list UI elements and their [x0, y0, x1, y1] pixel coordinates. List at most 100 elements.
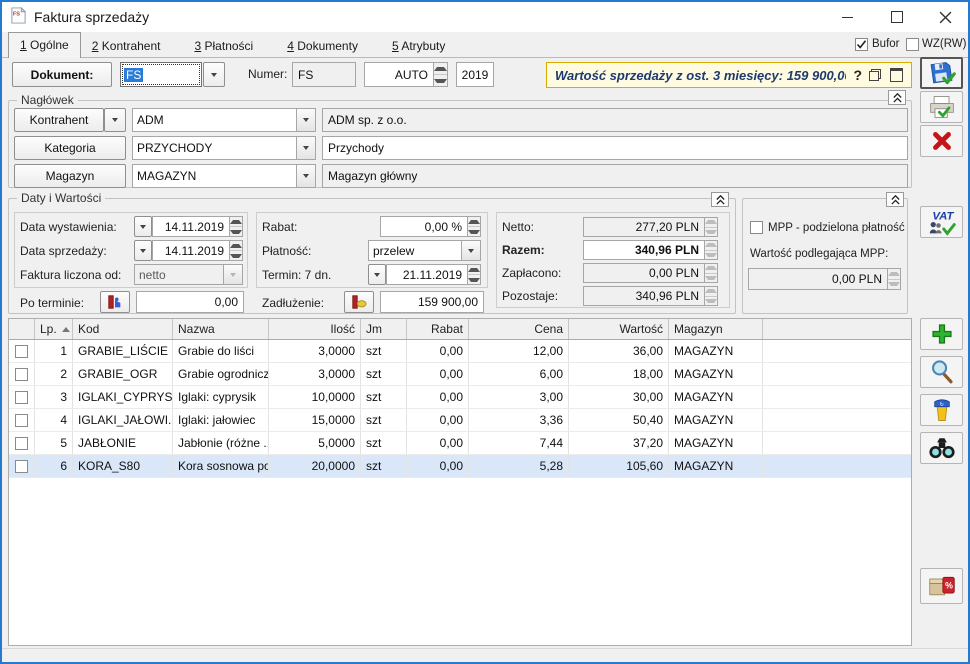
kontrahent-code-combo[interactable]: ADM	[132, 108, 316, 132]
kontrahent-button[interactable]: Kontrahent	[14, 108, 104, 132]
kategoria-code-combo[interactable]: PRZYCHODY	[132, 136, 316, 160]
data-sprzedazy-spinner[interactable]	[230, 240, 243, 261]
rabat-spinner[interactable]	[468, 216, 481, 237]
promotions-button[interactable]: %	[920, 568, 963, 604]
header-nazwa[interactable]: Nazwa	[173, 319, 269, 339]
series-field[interactable]: FS	[292, 62, 356, 87]
zadluzenie-button[interactable]	[344, 291, 374, 313]
data-sprzedazy-dropdown[interactable]	[134, 240, 152, 261]
po-terminie-field[interactable]: 0,00	[136, 291, 244, 313]
rabat-field[interactable]: 0,00 %	[380, 216, 468, 237]
naglowek-title: Nagłówek	[17, 93, 78, 107]
magnifier-icon	[929, 359, 955, 385]
spinner-down-icon	[434, 79, 447, 83]
row-checkbox[interactable]	[15, 414, 28, 427]
row-checkbox[interactable]	[15, 368, 28, 381]
data-wystawienia-field[interactable]: 14.11.2019	[152, 216, 230, 237]
tab-ogolne[interactable]: 1 Ogólne	[8, 32, 81, 58]
close-button[interactable]	[922, 2, 968, 32]
kategoria-button[interactable]: Kategoria	[14, 136, 126, 160]
table-row-selected[interactable]: 6 KORA_S80 Kora sosnowa po... 20,0000 sz…	[9, 455, 911, 478]
table-row[interactable]: 4 IGLAKI_JAŁOWI... Iglaki: jałowiec 15,0…	[9, 409, 911, 432]
maximize-panel-icon[interactable]	[890, 68, 903, 82]
kategoria-name-field[interactable]: Przychody	[322, 136, 908, 160]
vat-registry-button[interactable]: VAT	[920, 206, 963, 238]
kontrahent-dropdown-button[interactable]	[104, 108, 126, 132]
tab-kontrahent[interactable]: 2 Kontrahent	[81, 34, 172, 57]
header-kod[interactable]: Kod	[73, 319, 173, 339]
bufor-checkbox[interactable]	[855, 38, 868, 51]
termin-field[interactable]: 21.11.2019	[386, 264, 468, 285]
chevron-down-icon	[112, 118, 118, 122]
table-row[interactable]: 1 GRABIE_LIŚCIE Grabie do liści 3,0000 s…	[9, 340, 911, 363]
table-row[interactable]: 2 GRABIE_OGR Grabie ogrodnicze 3,0000 sz…	[9, 363, 911, 386]
pozostaje-spinner	[705, 286, 718, 306]
svg-text:↻: ↻	[939, 402, 943, 408]
header-cena[interactable]: Cena	[469, 319, 569, 339]
magazyn-code-combo[interactable]: MAGAZYN	[132, 164, 316, 188]
tab-platnosci[interactable]: 3 Płatności	[183, 34, 264, 57]
window-title: Faktura sprzedaży	[34, 9, 149, 25]
header-rabat[interactable]: Rabat	[407, 319, 469, 339]
header-select-column[interactable]	[9, 319, 35, 339]
tab-dokumenty[interactable]: 4 Dokumenty	[276, 34, 369, 57]
mpp-spinner	[888, 268, 901, 290]
header-magazyn[interactable]: Magazyn	[669, 319, 763, 339]
print-button[interactable]	[920, 91, 963, 123]
row-checkbox[interactable]	[15, 345, 28, 358]
add-item-button[interactable]	[920, 318, 963, 350]
minimize-button[interactable]	[824, 2, 870, 32]
mpp-checkbox-label: MPP - podzielona płatność	[768, 222, 905, 234]
mpp-checkbox[interactable]	[750, 221, 763, 234]
row-checkbox[interactable]	[15, 437, 28, 450]
po-terminie-button[interactable]	[100, 291, 130, 313]
collapse-chevrons-icon	[715, 194, 726, 205]
header-ilosc[interactable]: Ilość	[269, 319, 361, 339]
find-item-button[interactable]	[920, 432, 963, 464]
scheme-dropdown-button[interactable]	[203, 62, 225, 87]
vat-icon: VAT	[926, 208, 958, 236]
year-field[interactable]: 2019	[456, 62, 494, 87]
header-wartosc[interactable]: Wartość	[569, 319, 669, 339]
header-jm[interactable]: Jm	[361, 319, 407, 339]
chevron-down-icon[interactable]	[461, 241, 480, 260]
data-sprzedazy-field[interactable]: 14.11.2019	[152, 240, 230, 261]
delete-item-button[interactable]: ↻	[920, 394, 963, 426]
document-scheme-combo[interactable]: FS	[120, 62, 202, 87]
zadluzenie-field[interactable]: 159 900,00	[380, 291, 484, 313]
chevron-down-icon[interactable]	[296, 165, 315, 187]
magazyn-button[interactable]: Magazyn	[14, 164, 126, 188]
daty-title: Daty i Wartości	[17, 191, 105, 205]
platnosc-combo[interactable]: przelew	[368, 240, 481, 261]
termin-dropdown[interactable]	[368, 264, 386, 285]
restore-panel-icon[interactable]	[869, 69, 881, 81]
maximize-button[interactable]	[874, 2, 920, 32]
tab-atrybuty[interactable]: 5 Atrybuty	[381, 34, 456, 57]
magazyn-name-field[interactable]: Magazyn główny	[322, 164, 908, 188]
chevron-down-icon[interactable]	[296, 137, 315, 159]
save-button[interactable]	[920, 57, 963, 89]
data-wystawienia-dropdown[interactable]	[134, 216, 152, 237]
auto-number-field[interactable]: AUTO	[364, 62, 434, 87]
table-row[interactable]: 3 IGLAKI_CYPRYS Iglaki: cyprysik 10,0000…	[9, 386, 911, 409]
data-wystawienia-spinner[interactable]	[230, 216, 243, 237]
mpp-collapse-button[interactable]	[886, 192, 904, 207]
open-item-button[interactable]	[920, 356, 963, 388]
liczona-combo[interactable]: netto	[134, 264, 243, 285]
termin-spinner[interactable]	[468, 264, 481, 285]
sort-ascending-icon	[62, 327, 70, 332]
header-lp[interactable]: Lp.	[35, 319, 73, 339]
naglowek-collapse-button[interactable]	[888, 90, 906, 105]
auto-number-spinner[interactable]	[434, 62, 448, 87]
help-button[interactable]: ?	[853, 67, 862, 83]
daty-collapse-button[interactable]	[711, 192, 729, 207]
row-checkbox[interactable]	[15, 460, 28, 473]
zaplacono-label: Zapłacono:	[502, 266, 561, 280]
wz-checkbox[interactable]	[906, 38, 919, 51]
cancel-button[interactable]	[920, 125, 963, 157]
table-row[interactable]: 5 JABŁONIE Jabłonie (różne ... 5,0000 sz…	[9, 432, 911, 455]
row-checkbox[interactable]	[15, 391, 28, 404]
dokument-button[interactable]: Dokument:	[12, 62, 112, 87]
chevron-down-icon[interactable]	[296, 109, 315, 131]
kontrahent-name-field[interactable]: ADM sp. z o.o.	[322, 108, 908, 132]
